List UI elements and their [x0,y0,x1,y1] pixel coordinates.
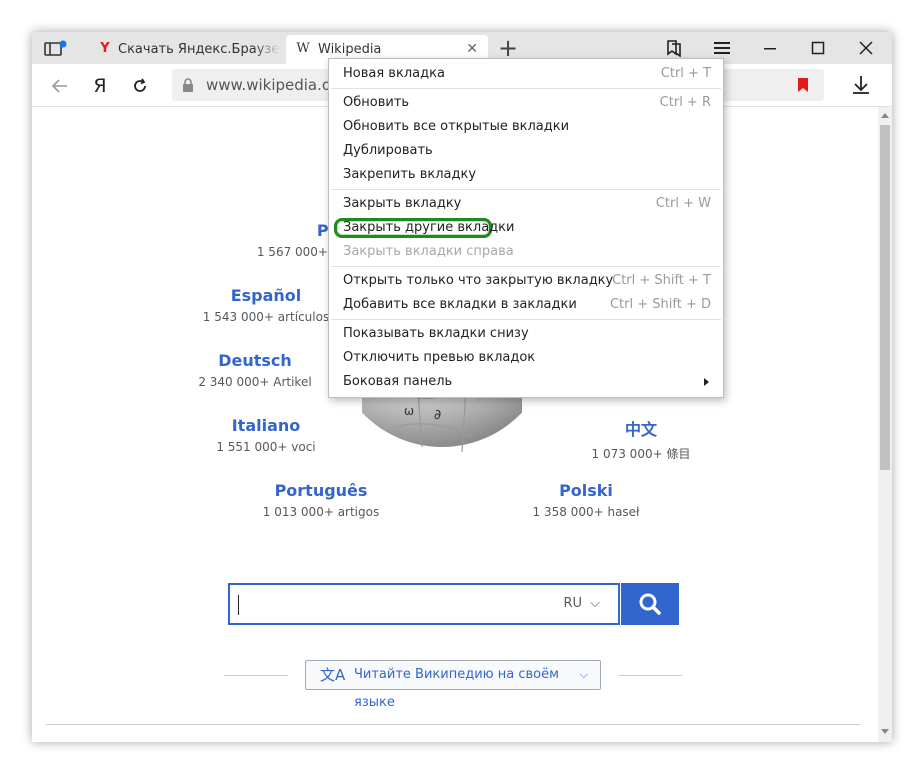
menu-item-close-other-tabs[interactable]: Закрыть другие вкладки [329,216,723,240]
minimize-icon [764,48,776,50]
lang-link-italian[interactable]: Italiano 1 551 000+ voci [166,416,366,454]
bookmark-icon[interactable] [798,78,808,92]
menu-item-duplicate[interactable]: Дублировать [329,139,723,163]
translate-icon: 文A [320,666,346,684]
lang-link-german[interactable]: Deutsch 2 340 000+ Artikel [155,351,355,389]
menu-item-bookmark-all-tabs[interactable]: Добавить все вкладки в закладки Ctrl + S… [329,293,723,317]
svg-text:ω: ω [404,404,414,418]
maximize-icon [811,41,825,55]
lang-link-chinese[interactable]: 中文 1 073 000+ 條目 [541,416,741,462]
maximize-button[interactable] [798,32,838,64]
menu-item-reopen-closed-tab[interactable]: Открыть только что закрытую вкладку Ctrl… [329,269,723,293]
menu-separator [331,319,721,320]
menu-item-tabs-at-bottom[interactable]: Показывать вкладки снизу [329,322,723,346]
divider [46,724,860,725]
search-input[interactable]: RU ⌵ [228,583,620,625]
close-icon [859,41,873,55]
tab-context-menu: Новая вкладка Ctrl + T Обновить Ctrl + R… [328,58,724,398]
chevron-down-icon: ⌵ [590,596,600,611]
reload-icon [134,78,146,92]
search-button[interactable] [621,583,679,625]
yandex-home-button[interactable]: Я [88,74,112,98]
search-language-select[interactable]: RU ⌵ [563,585,600,623]
tabs-overview-icon [44,40,67,56]
read-in-your-language-button[interactable]: 文A Читайте Википедию на своём языке ⌵ [305,660,601,710]
divider [618,675,682,676]
menu-item-close-tab[interactable]: Закрыть вкладку Ctrl + W [329,192,723,216]
close-window-button[interactable] [846,32,886,64]
tab-label: Wikipedia [318,42,382,57]
tabs-overview-button[interactable] [42,38,72,60]
menu-item-reload[interactable]: Обновить Ctrl + R [329,91,723,115]
menu-separator [331,88,721,89]
hamburger-icon [714,42,730,54]
submenu-arrow-icon [704,378,709,386]
menu-item-disable-tab-preview[interactable]: Отключить превью вкладок [329,346,723,370]
page-scrollbar[interactable] [878,107,892,742]
menu-separator [331,189,721,190]
scroll-down-icon[interactable] [881,729,889,734]
lang-link-portuguese[interactable]: Português 1 013 000+ artigos [221,481,421,519]
minimize-button[interactable] [750,32,790,64]
menu-item-reload-all[interactable]: Обновить все открытые вкладки [329,115,723,139]
search-icon [639,593,661,615]
scroll-up-icon[interactable] [881,113,889,118]
reload-button[interactable] [128,74,152,98]
yandex-y-icon: Y [100,41,110,56]
chevron-down-icon: ⌵ [579,668,588,681]
divider [224,675,288,676]
tab-yandex-download[interactable]: Y Скачать Яндекс.Браузер дл [88,35,280,64]
lang-link-polish[interactable]: Polski 1 358 000+ haseł [486,481,686,519]
download-icon[interactable] [850,73,872,97]
scrollbar-thumb[interactable] [880,125,890,470]
svg-text:∂: ∂ [434,407,441,423]
menu-item-close-tabs-right: Закрыть вкладки справа [343,244,514,259]
wikipedia-w-icon: W [296,41,310,56]
bookmarks-icon [667,40,681,58]
menu-item-pin-tab[interactable]: Закрепить вкладку [329,163,723,187]
arrow-left-icon [51,79,67,93]
lock-icon [183,78,193,92]
menu-item-side-panel[interactable]: Боковая панель [329,370,723,394]
menu-item-new-tab[interactable]: Новая вкладка Ctrl + T [329,62,723,86]
menu-separator [331,266,721,267]
address-url: www.wikipedia.org [206,76,347,94]
back-button[interactable] [48,74,72,98]
